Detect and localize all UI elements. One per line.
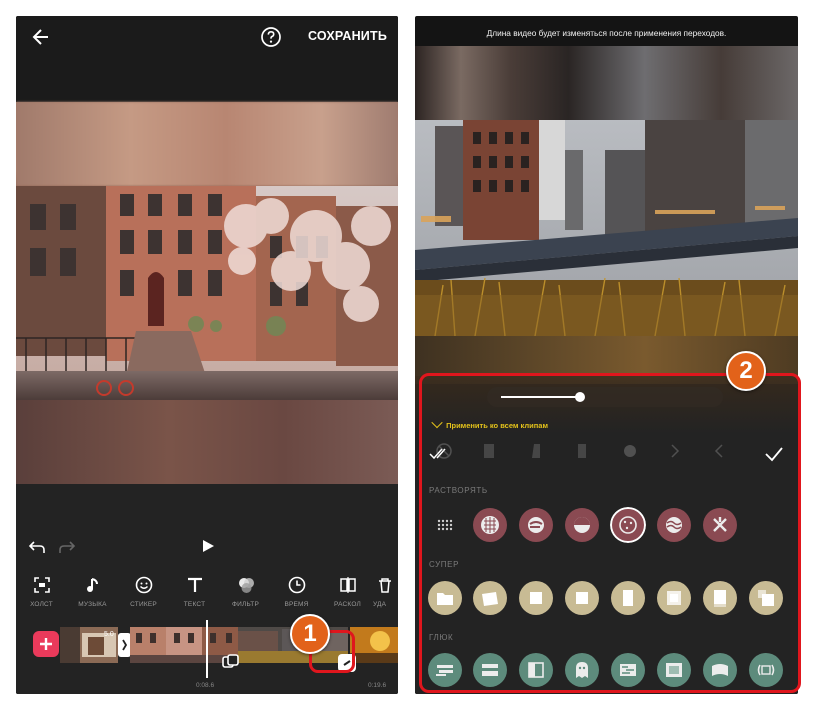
editor-top-bar: СОХРАНИТЬ (16, 16, 398, 102)
clock-icon (288, 576, 305, 594)
tool-split[interactable]: РАСКОЛ (322, 572, 373, 622)
filter-icon (238, 578, 254, 593)
blurred-background-top (16, 102, 398, 186)
highlight-box-transitions-panel (419, 373, 801, 693)
editor-toolbar: ХОЛСТ МУЗЫКА СТИКЕР ТЕКСТ ФИЛЬТР ВРЕМЯ Р… (16, 572, 398, 622)
music-icon (86, 578, 98, 592)
tool-label: СТИКЕР (130, 601, 157, 608)
redo-icon[interactable] (58, 538, 76, 556)
sticker-icon (135, 576, 152, 594)
tool-label: ВРЕМЯ (284, 601, 309, 608)
play-icon[interactable] (200, 538, 216, 554)
video-preview-frame (415, 120, 798, 336)
tool-filter[interactable]: ФИЛЬТР (220, 572, 271, 622)
transition-notice: Длина видео будет изменяться после приме… (486, 28, 727, 38)
blurred-background-bottom (16, 400, 398, 484)
text-icon (187, 577, 202, 592)
tool-music[interactable]: МУЗЫКА (67, 572, 118, 622)
canvas-icon (33, 577, 50, 593)
tool-text[interactable]: ТЕКСТ (169, 572, 220, 622)
tool-label: ХОЛСТ (30, 601, 53, 608)
transition-icon[interactable] (222, 654, 240, 670)
timeline-playhead[interactable] (206, 620, 208, 678)
plus-icon (40, 638, 52, 650)
undo-icon[interactable] (28, 538, 46, 556)
blurred-background-top (415, 46, 798, 120)
back-arrow-icon[interactable] (30, 26, 52, 48)
save-button[interactable]: СОХРАНИТЬ (308, 29, 387, 43)
tool-delete[interactable]: УДА (373, 572, 397, 622)
time-marker: 0:19.6 (368, 682, 387, 689)
street-photo-image (16, 186, 398, 400)
tool-sticker[interactable]: СТИКЕР (118, 572, 169, 622)
tool-label: РАСКОЛ (334, 601, 361, 608)
step-badge-2: 2 (726, 351, 766, 391)
tool-label: УДА (373, 601, 387, 608)
step-badge-1: 1 (290, 614, 330, 654)
delete-icon (379, 578, 391, 593)
timeline-clip-1[interactable]: 5.0 (60, 627, 118, 663)
tool-canvas[interactable]: ХОЛСТ (16, 572, 67, 622)
add-clip-button[interactable] (33, 631, 59, 657)
clip-duration-label: 5.0 (104, 631, 114, 638)
split-icon (339, 577, 356, 593)
time-marker: 0:08.6 (196, 682, 215, 689)
city-photo-image (415, 120, 798, 336)
tool-label: ФИЛЬТР (231, 601, 259, 608)
help-icon[interactable] (260, 26, 282, 48)
video-preview-frame (16, 186, 398, 400)
left-editor-screen: СОХРАНИТЬ ХОЛСТ МУЗЫКА СТИКЕР ТЕКСТ ФИЛЬ… (16, 16, 398, 694)
timeline-clip-4[interactable] (350, 627, 398, 663)
tool-label: МУЗЫКА (78, 601, 107, 608)
tool-label: ТЕКСТ (183, 601, 206, 608)
